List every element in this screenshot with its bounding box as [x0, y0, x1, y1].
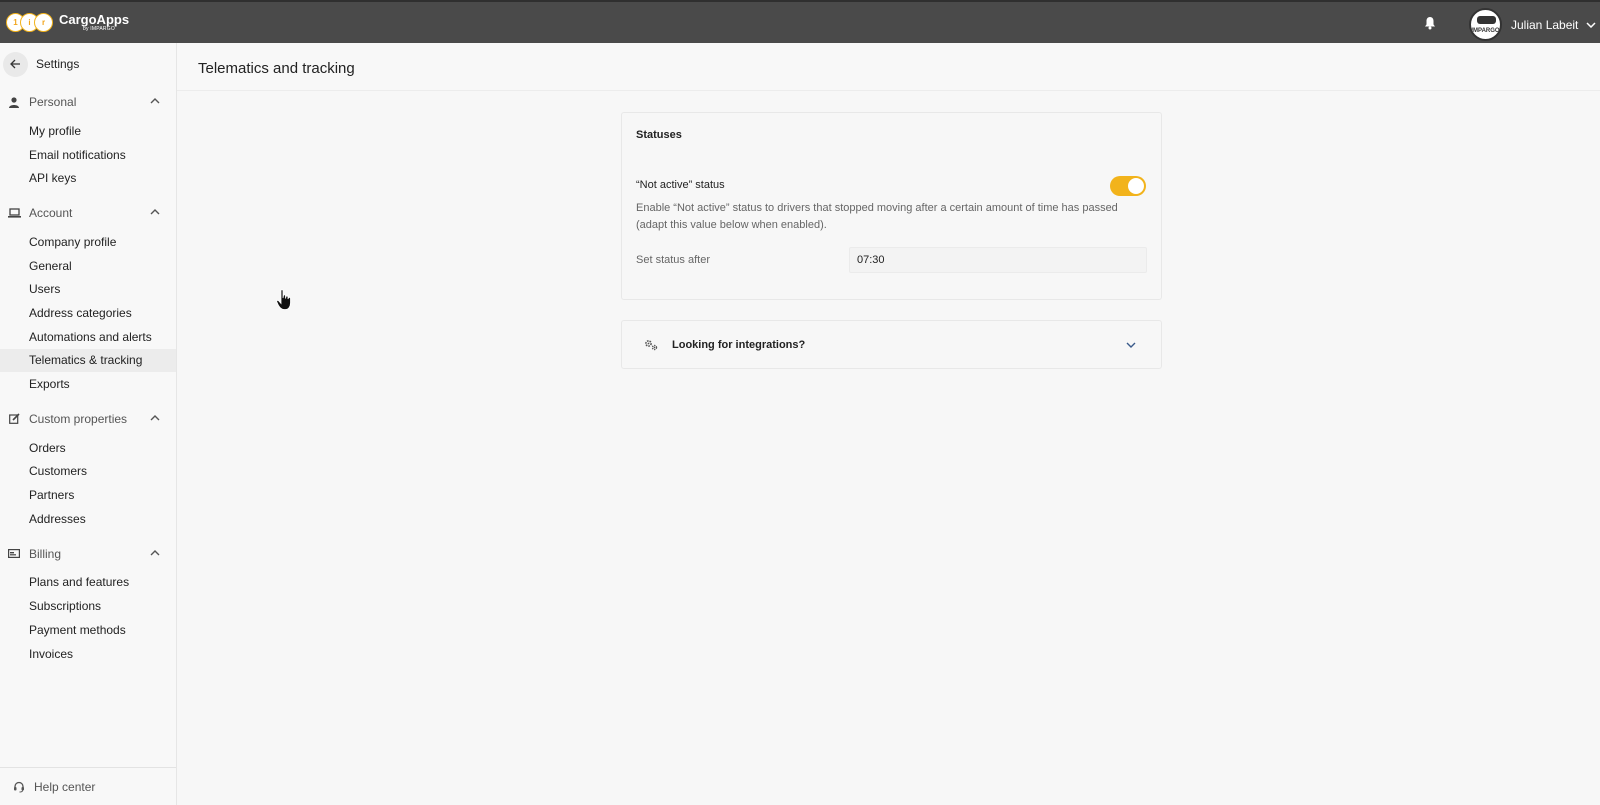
nav-payment-methods[interactable]: Payment methods [0, 618, 176, 642]
user-name: Julian Labeit [1511, 17, 1579, 32]
chevron-down-icon [1586, 21, 1596, 28]
nav-orders[interactable]: Orders [0, 436, 176, 460]
nav-subscriptions[interactable]: Subscriptions [0, 594, 176, 618]
app-name: CargoApps [59, 12, 130, 27]
avatar: IMPARGO [1469, 8, 1502, 41]
nav-company-profile[interactable]: Company profile [0, 230, 176, 254]
bell-icon[interactable] [1424, 16, 1436, 30]
card-icon [7, 547, 21, 561]
nav-addresses[interactable]: Addresses [0, 507, 176, 531]
integrations-accordion[interactable]: Looking for integrations? [621, 320, 1162, 369]
hand-cursor-icon [276, 289, 291, 310]
statuses-card: Statuses “Not active” status Enable “Not… [621, 112, 1162, 300]
page-header: Telematics and tracking [177, 43, 1600, 91]
section-label: Billing [29, 546, 62, 561]
nav-customers[interactable]: Customers [0, 460, 176, 484]
nav-automations-alerts[interactable]: Automations and alerts [0, 325, 176, 349]
settings-title: Settings [36, 57, 80, 71]
section-label: Account [29, 206, 73, 221]
section-billing[interactable]: Billing [0, 537, 176, 571]
chevron-up-icon [150, 98, 160, 104]
back-button[interactable] [3, 51, 28, 77]
headset-icon [14, 781, 24, 792]
logo-mark-icon: 1ir [6, 11, 54, 35]
not-active-status-toggle[interactable] [1110, 176, 1146, 196]
set-status-after-label: Set status after [636, 254, 710, 266]
arrow-left-icon [10, 59, 20, 69]
nav-general[interactable]: General [0, 254, 176, 278]
section-account[interactable]: Account [0, 196, 176, 230]
nav-telematics-tracking[interactable]: Telematics & tracking [0, 348, 176, 373]
chevron-up-icon [150, 549, 160, 556]
help-center-link[interactable]: Help center [0, 767, 176, 805]
section-label: Personal [29, 95, 77, 109]
avatar-brand: IMPARGO [1471, 28, 1500, 34]
settings-back-row: Settings [0, 43, 176, 85]
nav-invoices[interactable]: Invoices [0, 642, 176, 666]
app-subtitle: by IMPARGO [83, 26, 115, 32]
nav-email-notifications[interactable]: Email notifications [0, 143, 176, 167]
toggle-knob [1128, 178, 1144, 194]
help-center-label: Help center [34, 779, 96, 794]
nav-users[interactable]: Users [0, 277, 176, 301]
not-active-status-description: Enable “Not active” status to drivers th… [636, 202, 1118, 231]
section-custom-properties[interactable]: Custom properties [0, 402, 176, 436]
nav-plans-features[interactable]: Plans and features [0, 571, 176, 595]
chevron-down-icon [1126, 342, 1136, 348]
card-title: Statuses [636, 129, 682, 141]
nav-api-keys[interactable]: API keys [0, 166, 176, 190]
nav-my-profile[interactable]: My profile [0, 119, 176, 143]
edit-icon [7, 412, 21, 426]
section-label: Custom properties [29, 411, 128, 426]
nav-address-categories[interactable]: Address categories [0, 301, 176, 325]
user-menu[interactable]: IMPARGO Julian Labeit [1469, 8, 1596, 41]
section-personal[interactable]: Personal [0, 85, 176, 119]
chevron-up-icon [150, 414, 160, 421]
chevron-up-icon [150, 209, 160, 215]
nav-exports[interactable]: Exports [0, 372, 176, 396]
person-icon [7, 95, 21, 109]
nav-partners[interactable]: Partners [0, 483, 176, 507]
top-bar: 1ir CargoApps by IMPARGO IMPARGO Julian … [0, 0, 1600, 43]
laptop-icon [7, 206, 21, 220]
not-active-status-label: “Not active” status [636, 179, 725, 191]
sidebar: Settings Personal My profile Email notif… [0, 43, 177, 805]
gears-icon [645, 340, 658, 351]
app-logo[interactable]: 1ir CargoApps by IMPARGO [6, 11, 129, 35]
set-status-after-input[interactable] [849, 247, 1147, 273]
page-title: Telematics and tracking [198, 60, 355, 77]
integrations-label: Looking for integrations? [672, 339, 806, 351]
